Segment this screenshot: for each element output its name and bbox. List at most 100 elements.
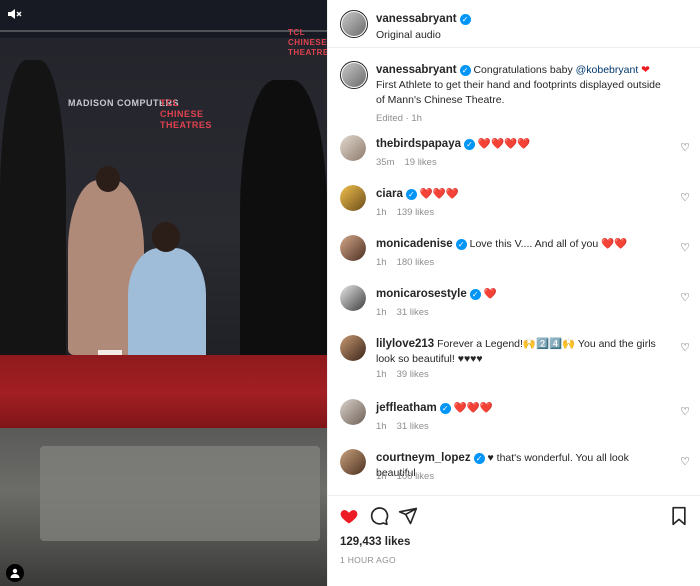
author-username[interactable]: vanessabryant [376, 13, 457, 25]
comment-time: 1h [376, 307, 387, 318]
comment-likes[interactable]: 31 likes [397, 421, 429, 432]
verified-badge-icon: ✓ [455, 239, 467, 250]
commenter-avatar[interactable] [340, 285, 366, 311]
user-tag-icon[interactable] [6, 564, 24, 582]
caption-part: First Athlete to get their hand and foot… [376, 79, 661, 106]
instagram-post-view: MADISON COMPUTERS TCL CHINESE THEATRES T… [0, 0, 700, 586]
comment-row: thebirdspapaya ✓ ❤️❤️❤️❤️ 35m 19 likes ♡ [328, 135, 700, 181]
caption-avatar[interactable] [340, 61, 368, 89]
comment-time: 1h [376, 257, 387, 268]
verified-badge-icon: ✓ [459, 65, 471, 76]
comment-row: lilylove213 Forever a Legend!🙌2️⃣4️⃣🙌 Yo… [328, 335, 700, 395]
comment-username[interactable]: monicarosestyle [376, 288, 467, 300]
red-heart-emoji: ❤ [641, 64, 650, 76]
caption-text: vanessabryant ✓ Congratulations baby @kob… [376, 63, 670, 108]
comment-username[interactable]: ciara [376, 188, 403, 200]
comment-text: ciara ✓ ❤️❤️❤️ [376, 187, 670, 202]
verified-badge-icon: ✓ [473, 453, 485, 464]
comment-row: monicadenise ✓ Love this V.... And all of… [328, 235, 700, 281]
caption-part: Congratulations baby [473, 64, 573, 76]
comment-row: ciara ✓ ❤️❤️❤️ 1h 139 likes ♡ [328, 185, 700, 231]
comment-text: thebirdspapaya ✓ ❤️❤️❤️❤️ [376, 137, 670, 152]
like-comment-heart-icon[interactable]: ♡ [680, 241, 690, 254]
comment-meta: 1h 180 likes [376, 257, 444, 268]
comment-meta: 1h 31 likes [376, 307, 439, 318]
verified-badge-icon: ✓ [459, 14, 471, 25]
comments-list: vanessabryant ✓ Congratulations baby @kob… [328, 55, 700, 497]
commenter-avatar[interactable] [340, 399, 366, 425]
liked-heart-icon[interactable] [339, 506, 359, 526]
comment-likes[interactable]: 180 likes [397, 257, 435, 268]
comment-username[interactable]: courtneym_lopez [376, 452, 471, 464]
post-caption: vanessabryant ✓ Congratulations baby @kob… [328, 61, 700, 131]
like-comment-heart-icon[interactable]: ♡ [680, 291, 690, 304]
comment-time: 1h [376, 421, 387, 432]
video-top-bar [0, 0, 327, 38]
bookmark-icon[interactable] [670, 506, 690, 526]
comment-meta: 1h 100 likes [376, 471, 444, 482]
comment-time: 1h [376, 207, 387, 218]
like-comment-heart-icon[interactable]: ♡ [680, 191, 690, 204]
comment-meta: 1h 31 likes [376, 421, 439, 432]
commenter-avatar[interactable] [340, 335, 366, 361]
comment-row: courtneym_lopez ✓ ♥ that's wonderful. You… [328, 449, 700, 495]
red-carpet [0, 355, 327, 430]
commenter-avatar[interactable] [340, 185, 366, 211]
comment-username[interactable]: thebirdspapaya [376, 138, 461, 150]
commenter-avatar[interactable] [340, 135, 366, 161]
caption-username[interactable]: vanessabryant [376, 64, 457, 76]
comment-meta: 35m 19 likes [376, 157, 447, 168]
speaker-muted-icon[interactable] [6, 6, 24, 24]
comment-likes[interactable]: 139 likes [397, 207, 435, 218]
verified-badge-icon: ✓ [439, 403, 451, 414]
comment-time: 1h [376, 471, 387, 482]
post-timestamp: 1 HOUR AGO [340, 555, 396, 565]
like-comment-heart-icon[interactable]: ♡ [680, 341, 690, 354]
commenter-avatar[interactable] [340, 235, 366, 261]
audio-label[interactable]: Original audio [376, 29, 471, 41]
comment-row: monicarosestyle ✓ ❤️ 1h 31 likes ♡ [328, 285, 700, 331]
like-comment-heart-icon[interactable]: ♡ [680, 405, 690, 418]
author-avatar[interactable] [340, 10, 368, 38]
person-left [0, 60, 66, 400]
comment-body: ❤️ [483, 288, 497, 300]
comment-text: monicarosestyle ✓ ❤️ [376, 287, 670, 302]
post-side-panel: vanessabryant ✓ Original audio vanessabry… [327, 0, 700, 586]
backdrop-logo: TCL CHINESE THEATRES [160, 98, 212, 130]
girl-head [152, 222, 180, 252]
comment-body: ❤️❤️❤️❤️ [477, 138, 531, 150]
verified-badge-icon: ✓ [405, 189, 417, 200]
comment-text: jeffleatham ✓ ❤️❤️❤️ [376, 401, 670, 416]
like-count[interactable]: 129,433 likes [340, 536, 410, 548]
comment-likes[interactable]: 100 likes [397, 471, 435, 482]
post-header: vanessabryant ✓ Original audio [328, 0, 700, 48]
post-video[interactable]: MADISON COMPUTERS TCL CHINESE THEATRES T… [0, 0, 327, 586]
cement-slab [40, 446, 320, 541]
comment-text: monicadenise ✓ Love this V.... And all of… [376, 237, 670, 252]
comment-username[interactable]: jeffleatham [376, 402, 437, 414]
comment-username[interactable]: lilylove213 [376, 338, 434, 350]
verified-badge-icon: ✓ [464, 139, 475, 150]
video-progress-track[interactable] [0, 30, 327, 32]
comment-body: Love this V.... And all of you ❤️❤️ [469, 238, 628, 250]
backdrop-logo: TCL CHINESE THEATRES [288, 28, 327, 57]
commenter-avatar[interactable] [340, 449, 366, 475]
comment-likes[interactable]: 19 likes [404, 157, 436, 168]
verified-badge-icon: ✓ [469, 289, 481, 300]
comment-meta: 1h 139 likes [376, 207, 444, 218]
girl-blue-coat [128, 248, 206, 366]
comment-time: 35m [376, 157, 395, 168]
comment-likes[interactable]: 31 likes [397, 307, 429, 318]
caption-mention-link[interactable]: @kobebryant [576, 64, 639, 76]
like-comment-heart-icon[interactable]: ♡ [680, 141, 690, 154]
post-actions: 129,433 likes 1 HOUR AGO [328, 495, 700, 586]
caption-meta: Edited · 1h [376, 113, 422, 124]
like-comment-heart-icon[interactable]: ♡ [680, 455, 690, 468]
comment-username[interactable]: monicadenise [376, 238, 453, 250]
share-icon[interactable] [398, 506, 418, 526]
comment-icon[interactable] [369, 506, 389, 526]
comment-likes[interactable]: 39 likes [397, 369, 429, 380]
comment-body: ❤️❤️❤️ [419, 188, 460, 200]
comment-meta: 1h 39 likes [376, 369, 439, 380]
comment-body: ❤️❤️❤️ [453, 402, 493, 414]
